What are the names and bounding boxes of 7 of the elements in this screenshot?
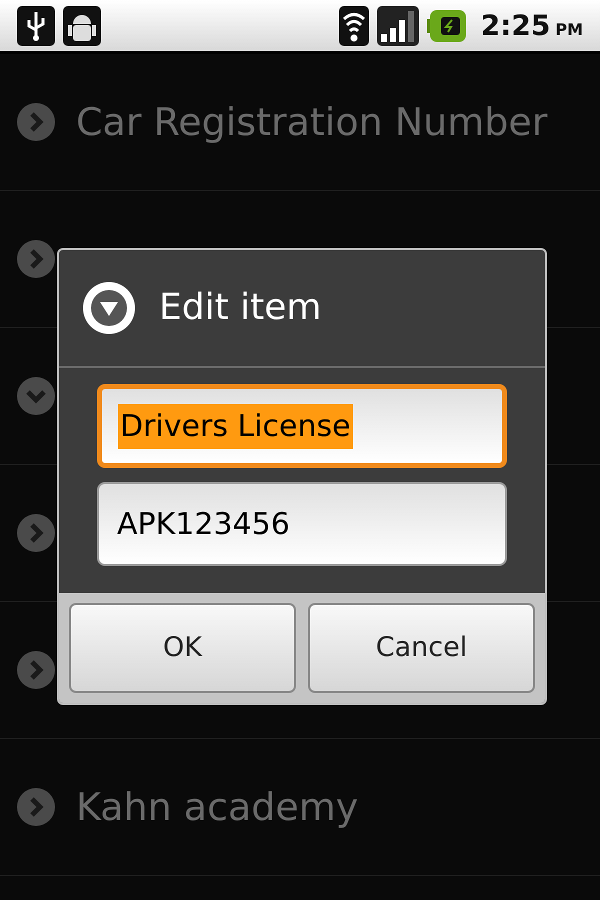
list-item-label: Car Registration Number [76,98,548,146]
field-value: Drivers License [118,404,353,448]
clock-time: 2:25 [480,8,550,44]
list-item-label: Kahn academy [76,784,358,830]
dialog-title: Edit item [159,286,322,330]
clock-ampm: PM [555,18,583,40]
field-value: APK123456 [116,506,291,544]
